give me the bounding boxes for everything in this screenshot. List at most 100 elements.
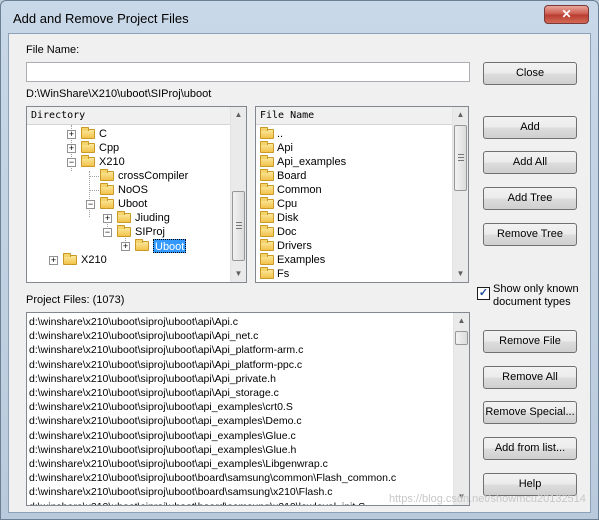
tree-item-label[interactable]: crossCompiler [118,169,188,183]
file-list-item[interactable]: Disk [277,211,298,225]
tree-expand-toggle-icon[interactable]: − [67,158,76,167]
project-file-row[interactable]: d:\winshare\x210\uboot\siproj\uboot\boar… [29,485,333,499]
current-path: D:\WinShare\X210\uboot\SIProj\uboot [26,88,212,100]
title-bar[interactable]: Add and Remove Project Files ✕ [1,1,598,35]
project-file-row[interactable]: d:\winshare\x210\uboot\siproj\uboot\api\… [29,372,276,386]
remove-special-button[interactable]: Remove Special... [483,401,577,424]
project-file-row[interactable]: d:\winshare\x210\uboot\siproj\uboot\boar… [29,500,365,505]
add-all-button[interactable]: Add All [483,151,577,174]
tree-expand-toggle-icon[interactable]: + [103,214,112,223]
tree-item-label[interactable]: C [99,127,107,141]
file-list-item[interactable]: Fs [277,267,289,281]
project-files-label: Project Files: (1073) [26,294,125,306]
folder-icon [260,239,274,251]
project-file-row[interactable]: d:\winshare\x210\uboot\siproj\uboot\api_… [29,457,328,471]
close-button[interactable]: Close [483,62,577,85]
scroll-thumb[interactable] [232,191,245,261]
folder-icon [63,253,77,265]
folder-icon [81,141,95,153]
dialog-window: Add and Remove Project Files ✕ File Name… [0,0,599,520]
project-file-row[interactable]: d:\winshare\x210\uboot\siproj\uboot\api\… [29,329,258,343]
folder-icon [260,141,274,153]
folder-icon [135,239,149,251]
watermark: https://blog.csdn.net/showmcu20132514 [389,493,586,505]
window-close-button[interactable]: ✕ [544,5,589,24]
file-list-item[interactable]: Examples [277,253,325,267]
tree-item-label[interactable]: NoOS [118,183,148,197]
scroll-up-icon[interactable]: ▲ [231,107,246,123]
add-from-list-button[interactable]: Add from list... [483,437,577,460]
project-file-row[interactable]: d:\winshare\x210\uboot\siproj\uboot\api_… [29,414,302,428]
folder-icon [117,211,131,223]
project-file-row[interactable]: d:\winshare\x210\uboot\siproj\uboot\api_… [29,443,296,457]
folder-icon [260,155,274,167]
folder-icon [100,169,114,181]
folder-icon [260,267,274,279]
scroll-thumb[interactable] [454,125,467,191]
file-name-input[interactable] [26,62,470,82]
folder-icon [260,183,274,195]
project-files-list[interactable]: d:\winshare\x210\uboot\siproj\uboot\api\… [26,312,470,506]
project-file-row[interactable]: d:\winshare\x210\uboot\siproj\uboot\api_… [29,400,293,414]
folder-icon [81,127,95,139]
project-files-scrollbar[interactable]: ▲ ▼ [453,313,469,505]
tree-item-label[interactable]: Uboot [153,239,187,253]
remove-file-button[interactable]: Remove File [483,330,577,353]
project-file-row[interactable]: d:\winshare\x210\uboot\siproj\uboot\api\… [29,386,279,400]
folder-icon [260,253,274,265]
project-file-row[interactable]: d:\winshare\x210\uboot\siproj\uboot\api\… [29,358,302,372]
file-list-item[interactable]: Drivers [277,239,312,253]
remove-all-button[interactable]: Remove All [483,366,577,389]
scroll-thumb[interactable] [455,331,468,345]
scroll-up-icon[interactable]: ▲ [454,313,469,329]
project-file-row[interactable]: d:\winshare\x210\uboot\siproj\uboot\api_… [29,429,296,443]
show-known-checkbox[interactable]: ✓ [477,287,490,300]
show-known-label-2: document types [493,296,571,308]
file-list-item[interactable]: Api_examples [277,155,346,169]
tree-item-label[interactable]: Cpp [99,141,119,155]
folder-icon [117,225,131,237]
project-file-row[interactable]: d:\winshare\x210\uboot\siproj\uboot\api\… [29,343,303,357]
directory-header: Directory [27,107,230,125]
tree-item-label[interactable]: X210 [99,155,125,169]
add-button[interactable]: Add [483,116,577,139]
window-title: Add and Remove Project Files [13,11,189,26]
file-list[interactable]: File Name .. Api Api_examples Board Common Cp… [255,106,469,283]
scroll-down-icon[interactable]: ▼ [231,266,246,282]
tree-item-label[interactable]: SIProj [135,225,165,239]
folder-icon [260,197,274,209]
folder-icon [260,211,274,223]
tree-item-label[interactable]: Uboot [118,197,147,211]
remove-tree-button[interactable]: Remove Tree [483,223,577,246]
tree-item-label[interactable]: Jiuding [135,211,170,225]
show-known-label-1: Show only known [493,283,579,295]
tree-item-label[interactable]: X210 [81,253,107,267]
file-name-label: File Name: [26,44,80,56]
directory-tree[interactable]: Directory + C + Cpp − X210 crossCompiler NoOS − U… [26,106,247,283]
project-file-row[interactable]: d:\winshare\x210\uboot\siproj\uboot\boar… [29,471,396,485]
tree-expand-toggle-icon[interactable]: + [67,130,76,139]
file-list-item[interactable]: .. [277,127,283,141]
folder-icon [81,155,95,167]
folder-icon [260,169,274,181]
file-list-item[interactable]: Doc [277,225,297,239]
project-file-row[interactable]: d:\winshare\x210\uboot\siproj\uboot\api\… [29,315,238,329]
tree-expand-toggle-icon[interactable]: − [86,200,95,209]
tree-expand-toggle-icon[interactable]: + [121,242,130,251]
file-list-header: File Name [256,107,452,125]
file-list-item[interactable]: Common [277,183,322,197]
tree-expand-toggle-icon[interactable]: − [103,228,112,237]
file-list-item[interactable]: Cpu [277,197,297,211]
scroll-down-icon[interactable]: ▼ [453,266,468,282]
file-list-scrollbar[interactable]: ▲ ▼ [452,107,468,282]
directory-scrollbar[interactable]: ▲ ▼ [230,107,246,282]
file-list-item[interactable]: Board [277,169,306,183]
folder-icon [100,197,114,209]
add-tree-button[interactable]: Add Tree [483,187,577,210]
tree-expand-toggle-icon[interactable]: + [67,144,76,153]
scroll-up-icon[interactable]: ▲ [453,107,468,123]
file-list-item[interactable]: Api [277,141,293,155]
folder-icon [260,225,274,237]
folder-icon [260,127,274,139]
tree-expand-toggle-icon[interactable]: + [49,256,58,265]
